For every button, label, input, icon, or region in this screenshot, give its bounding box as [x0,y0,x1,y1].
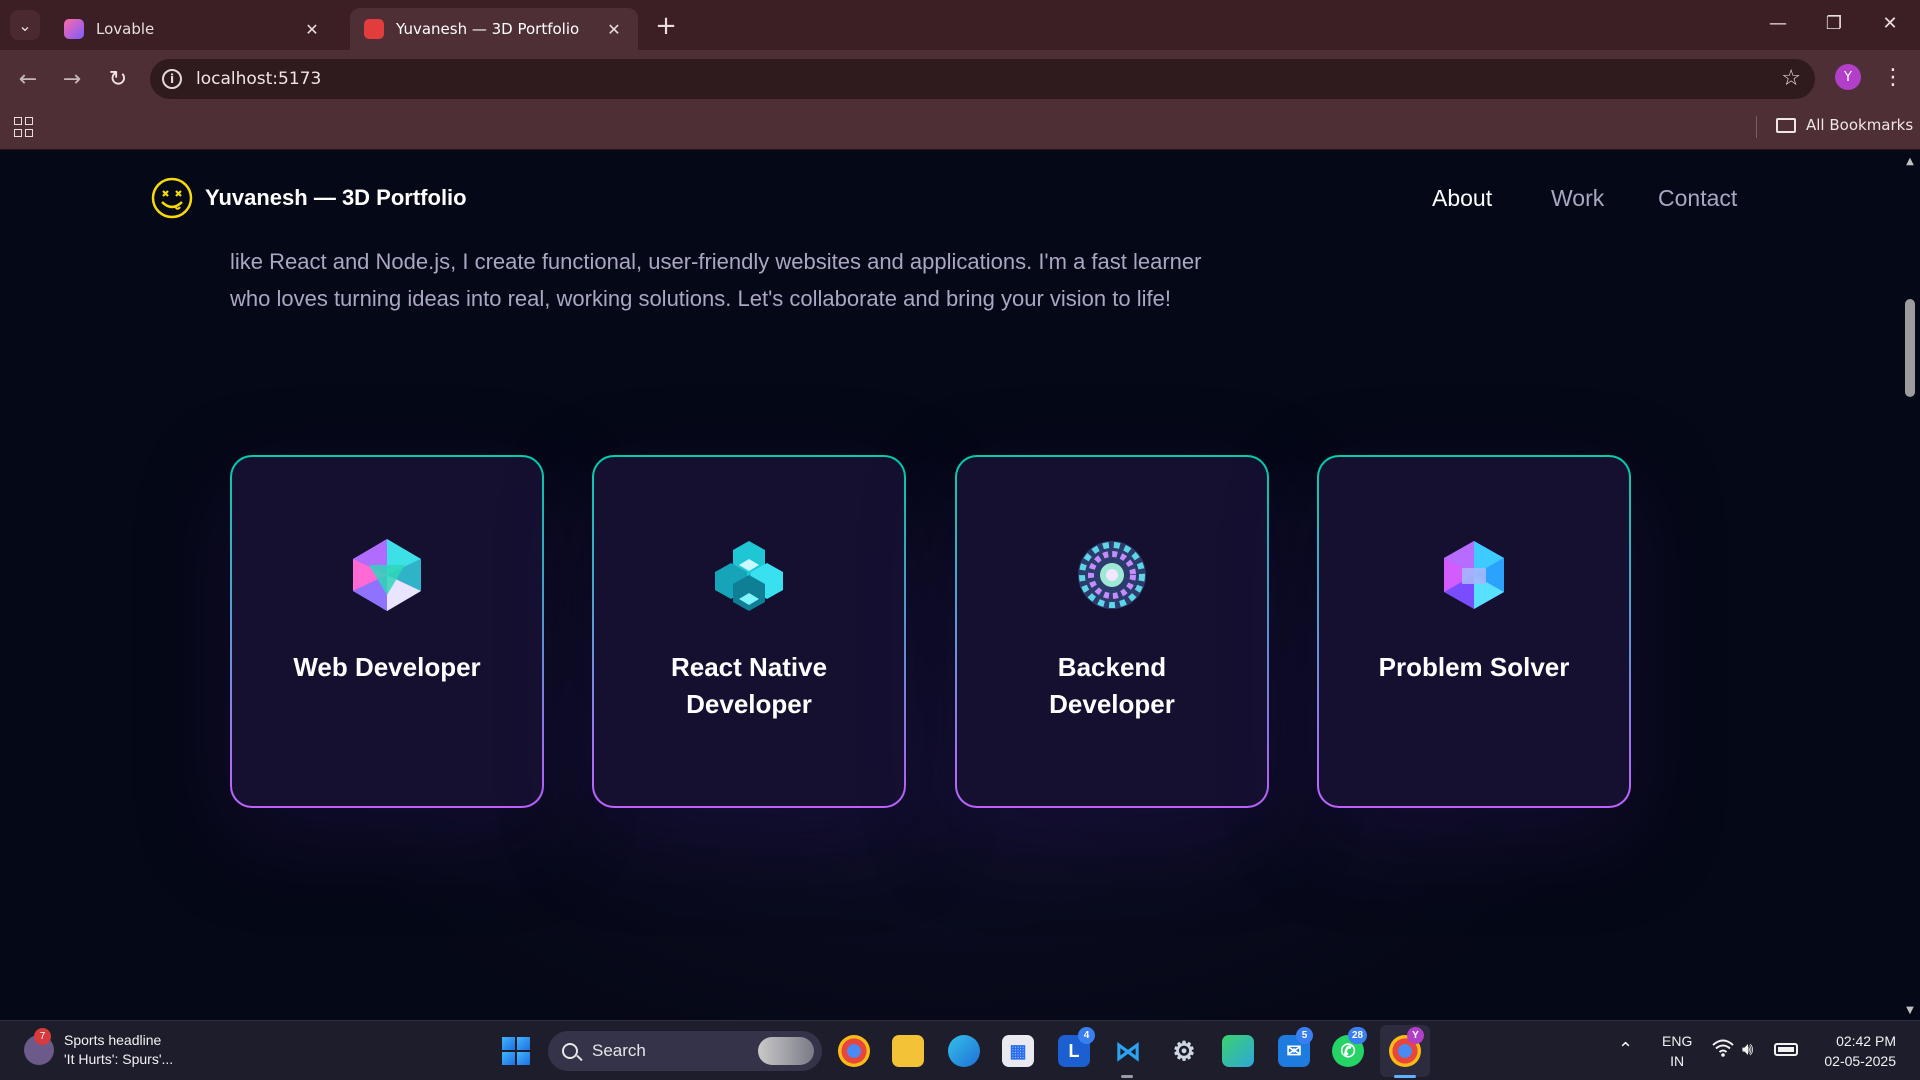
chrome-running-indicator [1394,1075,1416,1078]
volume-icon[interactable]: 🔊︎ [1742,1039,1753,1060]
vscode-icon[interactable]: ⋈ [1112,1035,1144,1067]
service-title: Problem Solver [1378,652,1570,682]
service-card-backend-developer[interactable]: Backend Developer [955,455,1269,808]
site-navbar: Yuvanesh — 3D Portfolio About Work Conta… [0,151,1900,245]
chevron-down-icon: ⌄ [18,15,32,35]
service-card-react-native-developer[interactable]: React Native Developer [592,455,906,808]
puzzle-app-icon[interactable] [1222,1035,1254,1067]
search-highlight-image [758,1037,814,1065]
back-button[interactable]: ← [12,63,44,95]
taskbar-search[interactable]: Search [548,1031,822,1071]
whatsapp-badge: 28 [1348,1027,1368,1044]
service-title: Backend Developer [1049,652,1175,719]
language-indicator[interactable]: ENG IN [1662,1031,1692,1071]
react-native-developer-icon [715,541,783,611]
apps-grid-icon[interactable] [14,117,34,137]
chevron-up-icon[interactable]: ⌃ [1618,1039,1633,1060]
service-title: React Native Developer [670,652,828,719]
language-code: ENG [1662,1033,1693,1049]
browser-toolbar: ← → ↻ i localhost:5173 ☆ Y ⋮ [0,50,1920,108]
settings-gear-icon[interactable]: ⚙ [1168,1035,1200,1067]
tab-title: Lovable [96,20,155,38]
all-bookmarks-label: All Bookmarks [1806,116,1914,134]
backend-developer-icon [1078,541,1146,609]
service-card-problem-solver[interactable]: Problem Solver [1317,455,1631,808]
battery-icon[interactable] [1774,1043,1798,1056]
browser-menu-icon[interactable]: ⋮ [1880,64,1906,90]
search-label: Search [592,1041,646,1060]
close-icon[interactable]: ✕ [604,19,624,39]
restore-button[interactable]: ❐ [1814,8,1854,38]
all-bookmarks-button[interactable]: All Bookmarks [1776,116,1913,134]
chrome-profile-icon[interactable]: Y [1389,1027,1424,1067]
forward-button[interactable]: → [56,63,88,95]
clock-date: 02-05-2025 [1824,1053,1896,1069]
folder-icon [1776,117,1796,133]
service-card-web-developer[interactable]: Web Developer [230,455,544,808]
problem-solver-icon [1444,541,1504,609]
news-widget[interactable]: 7 Sports headline 'It Hurts': Spurs'... [24,1028,174,1069]
search-icon [562,1043,578,1059]
portfolio-favicon-icon [364,19,384,39]
arrow-right-icon: → [62,66,82,92]
clock-time: 02:42 PM [1836,1033,1896,1049]
scroll-up-icon[interactable]: ▲ [1904,155,1916,167]
site-brand[interactable]: Yuvanesh — 3D Portfolio [205,185,467,211]
service-title: Web Developer [293,652,481,682]
close-window-button[interactable]: ✕ [1870,8,1910,38]
minimize-button[interactable]: — [1758,8,1798,38]
web-developer-icon [353,539,421,611]
scroll-down-icon[interactable]: ▼ [1904,1004,1916,1016]
l-app-badge: 4 [1078,1027,1095,1044]
reload-button[interactable]: ↻ [102,63,134,95]
lovable-favicon-icon [64,19,84,39]
tab-lovable[interactable]: Lovable ✕ [50,8,336,50]
clock[interactable]: 02:42 PM 02-05-2025 [1812,1031,1896,1071]
nav-work[interactable]: Work [1551,185,1604,212]
profile-avatar[interactable]: Y [1835,64,1861,90]
file-explorer-icon[interactable] [892,1035,924,1067]
tab-title: Yuvanesh — 3D Portfolio [396,20,580,38]
widget-subtext: 'It Hurts': Spurs'... [64,1051,174,1067]
widget-badge: 7 [34,1028,51,1045]
microsoft-store-icon[interactable]: ▦ [1002,1035,1034,1067]
windows-start-icon[interactable] [502,1037,530,1065]
browser-tabstrip: ⌄ Lovable ✕ Yuvanesh — 3D Portfolio ✕ + … [0,0,1920,50]
intro-paragraph: like React and Node.js, I create functio… [230,249,1202,311]
tab-portfolio[interactable]: Yuvanesh — 3D Portfolio ✕ [350,8,638,50]
page-scrollbar[interactable]: ▲ ▼ [1900,151,1920,1020]
portfolio-page: Yuvanesh — 3D Portfolio About Work Conta… [0,151,1920,1020]
vscode-running-indicator [1121,1075,1133,1078]
bookmarks-divider [1756,116,1757,138]
services-cards: Web Developer React Native Developer Bac… [230,455,1631,810]
reload-icon: ↻ [108,66,128,92]
edge-icon[interactable] [948,1035,980,1067]
arrow-left-icon: ← [18,66,38,92]
nav-contact[interactable]: Contact [1658,185,1737,212]
news-widget-icon: 7 [24,1028,54,1065]
new-tab-button[interactable]: + [652,11,680,41]
mail-icon[interactable]: ✉ 5 [1278,1027,1313,1067]
bookmarks-bar: All Bookmarks [0,108,1920,150]
close-icon[interactable]: ✕ [302,19,322,39]
l-app-icon[interactable]: L 4 [1058,1027,1095,1067]
windows-taskbar: 7 Sports headline 'It Hurts': Spurs'... … [0,1020,1920,1080]
scroll-thumb[interactable] [1905,299,1915,397]
chrome-icon[interactable] [838,1035,870,1067]
url-text: localhost:5173 [196,69,322,89]
wifi-icon[interactable] [1712,1039,1734,1062]
site-info-icon[interactable]: i [162,69,182,89]
widget-headline: Sports headline [64,1032,162,1048]
whatsapp-icon[interactable]: ✆ 28 [1332,1027,1368,1067]
tab-search-button[interactable]: ⌄ [10,10,40,40]
language-region: IN [1670,1053,1685,1069]
bookmark-star-icon[interactable]: ☆ [1781,66,1801,91]
address-bar[interactable]: i localhost:5173 ☆ [150,59,1815,99]
chrome-profile-badge: Y [1407,1027,1424,1044]
smiley-logo-icon[interactable] [151,177,193,219]
mail-badge: 5 [1296,1027,1313,1044]
nav-about[interactable]: About [1432,185,1492,212]
